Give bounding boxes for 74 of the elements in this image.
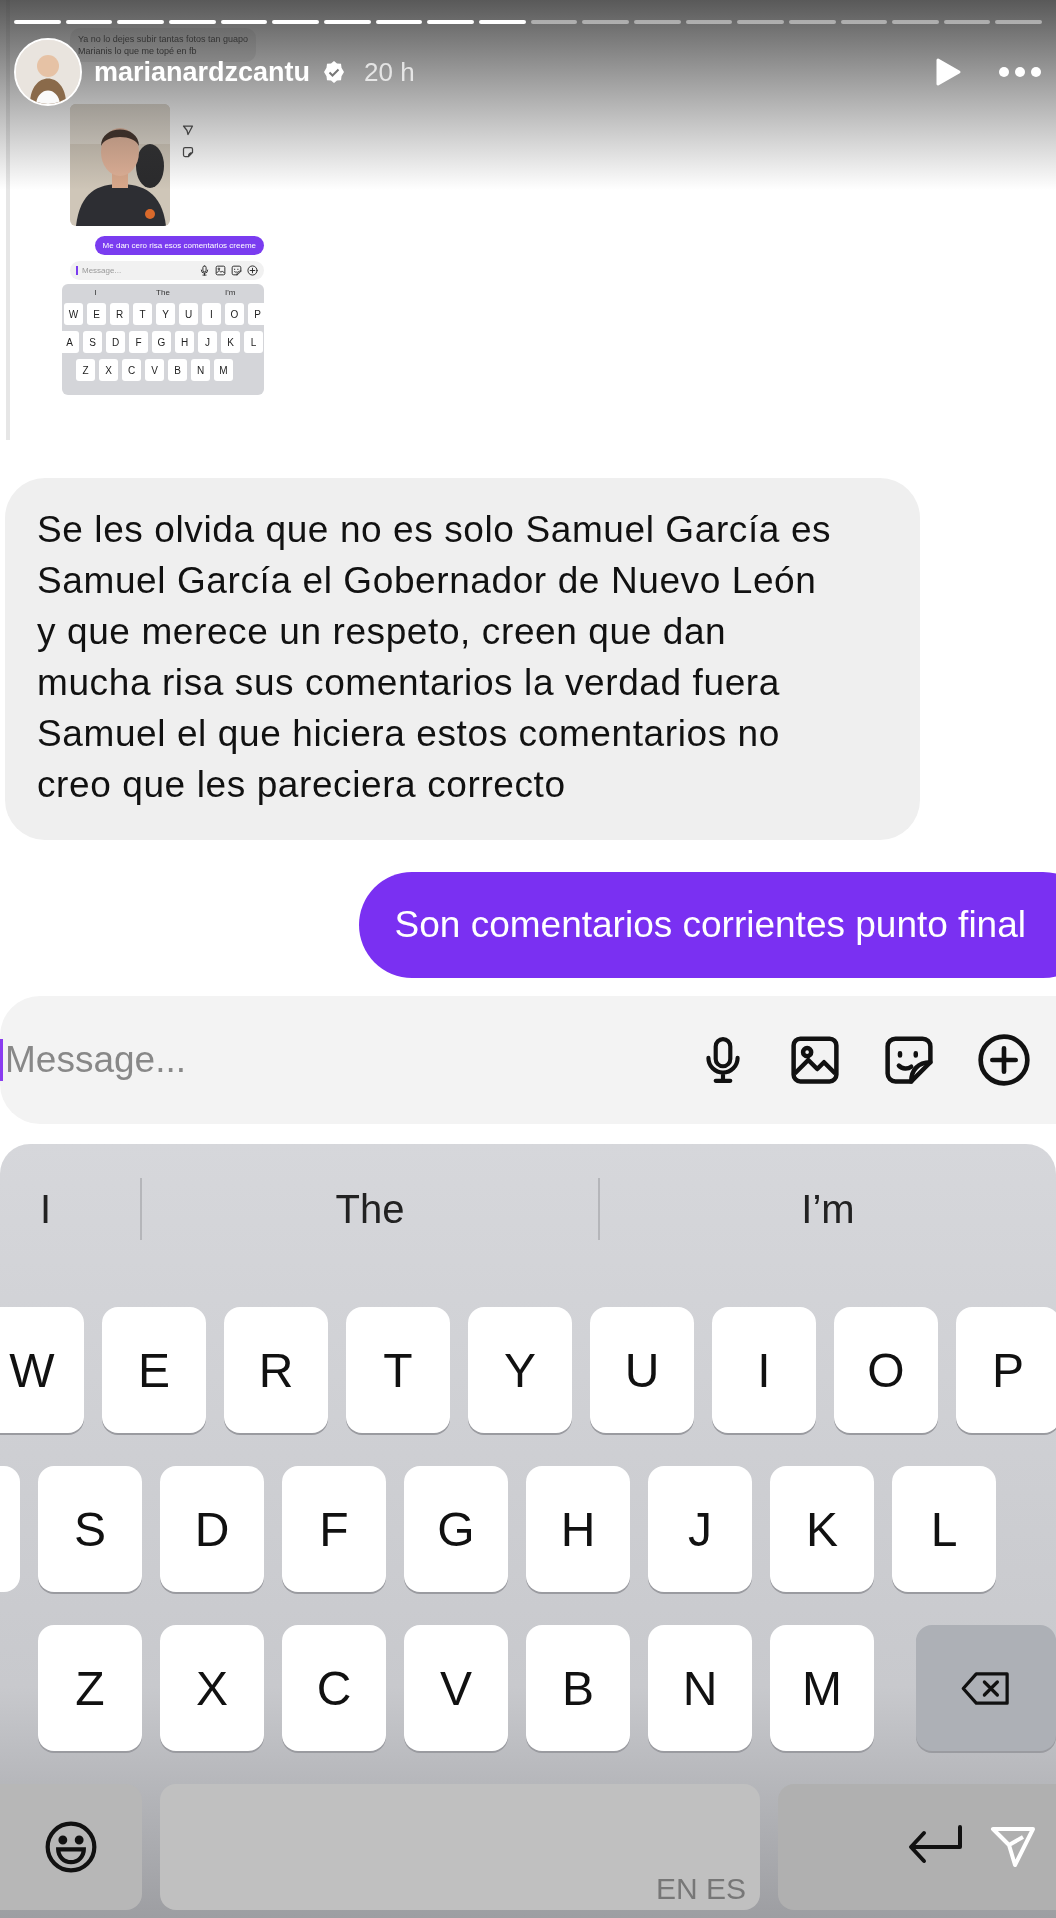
keyboard-key[interactable]: L [892,1466,996,1592]
suggestion[interactable]: I [62,288,130,297]
keyboard-key[interactable]: C [282,1625,386,1751]
keyboard-key[interactable]: K [221,331,240,353]
keyboard-key[interactable]: N [191,359,210,381]
backspace-key[interactable] [916,1625,1056,1751]
keyboard-key[interactable]: R [110,303,129,325]
suggestion[interactable]: The [129,288,197,297]
suggestion[interactable]: I'm [196,288,264,297]
send-icon[interactable] [182,124,194,136]
keyboard-key[interactable]: X [99,359,118,381]
keyboard-key[interactable]: L [244,331,263,353]
keyboard-key[interactable]: Z [38,1625,142,1751]
keyboard-key[interactable]: U [179,303,198,325]
keyboard-key[interactable]: B [526,1625,630,1751]
keyboard-key[interactable]: K [770,1466,874,1592]
keyboard-key[interactable]: E [102,1307,206,1433]
keyboard-key[interactable]: G [404,1466,508,1592]
message-bubble: Me dan cero risa esos comentarios creeme [94,236,264,255]
microphone-icon[interactable] [199,265,210,276]
keyboard-key[interactable]: H [526,1466,630,1592]
keyboard-key[interactable]: B [168,359,187,381]
suggestion[interactable]: I [0,1186,140,1232]
keyboard-key[interactable]: A [62,331,79,353]
post-time: 20 h [364,56,415,88]
message-bubble: Se les olvida que no es solo Samuel García es Samuel García el Gobernador de Nuevo León y que merece un respeto, creen que dan mucha risa sus comentarios la verdad fuera Samuel el que hiciera estos comentarios no creo que les pareciera correcto [5,478,920,840]
keyboard-key[interactable]: U [590,1307,694,1433]
language-label: EN ES [655,1872,746,1906]
keyboard-key[interactable]: R [224,1307,328,1433]
keyboard-key[interactable]: F [282,1466,386,1592]
keyboard-key[interactable]: I [712,1307,816,1433]
keyboard-key[interactable]: J [648,1466,752,1592]
message-text: Marianis lo que me topé en fb [78,45,198,57]
sticker-icon[interactable] [882,1033,936,1087]
keyboard-key[interactable]: D [160,1466,264,1592]
keyboard-key[interactable]: I [202,303,221,325]
play-icon[interactable] [934,57,962,87]
sticker-icon[interactable] [231,265,242,276]
keyboard-key[interactable]: T [346,1307,450,1433]
keyboard-key[interactable]: N [648,1625,752,1751]
keyboard-key[interactable]: P [956,1307,1056,1433]
keyboard-key[interactable]: Y [468,1307,572,1433]
keyboard-key[interactable]: F [129,331,148,353]
keyboard-key[interactable]: X [160,1625,264,1751]
sticker-icon[interactable] [182,146,194,158]
keyboard-key[interactable]: T [133,303,152,325]
keyboard-key[interactable]: J [198,331,217,353]
keyboard-key[interactable]: G [152,331,171,353]
plus-icon[interactable] [976,1032,1032,1088]
emoji-key[interactable] [0,1784,142,1910]
keyboard-key[interactable]: M [770,1625,874,1751]
suggestion[interactable]: The [142,1186,598,1232]
keyboard-key[interactable]: P [248,303,264,325]
keyboard-key[interactable]: S [83,331,102,353]
keyboard-key[interactable]: D [106,331,125,353]
keyboard-key[interactable]: Z [76,359,95,381]
keyboard-key[interactable]: V [404,1625,508,1751]
keyboard-key[interactable]: C [122,359,141,381]
keyboard-key[interactable]: M [214,359,233,381]
plus-icon[interactable] [247,265,258,276]
keyboard-key[interactable]: H [175,331,194,353]
smiley-icon [43,1819,99,1875]
keyboard-key[interactable]: E [87,303,106,325]
keyboard-key[interactable]: S [38,1466,142,1592]
keyboard-key[interactable]: Y [156,303,175,325]
keyboard-key[interactable]: W [64,303,83,325]
keyboard-key[interactable]: V [145,359,164,381]
message-bubble: Son comentarios corrientes punto final [358,872,1056,978]
suggestion[interactable]: I’m [600,1186,1056,1232]
image-icon[interactable] [788,1033,842,1087]
keyboard-key[interactable]: W [0,1307,84,1433]
keyboard-key[interactable]: O [834,1307,938,1433]
keyboard-key[interactable]: O [225,303,244,325]
more-icon[interactable] [998,66,1042,78]
